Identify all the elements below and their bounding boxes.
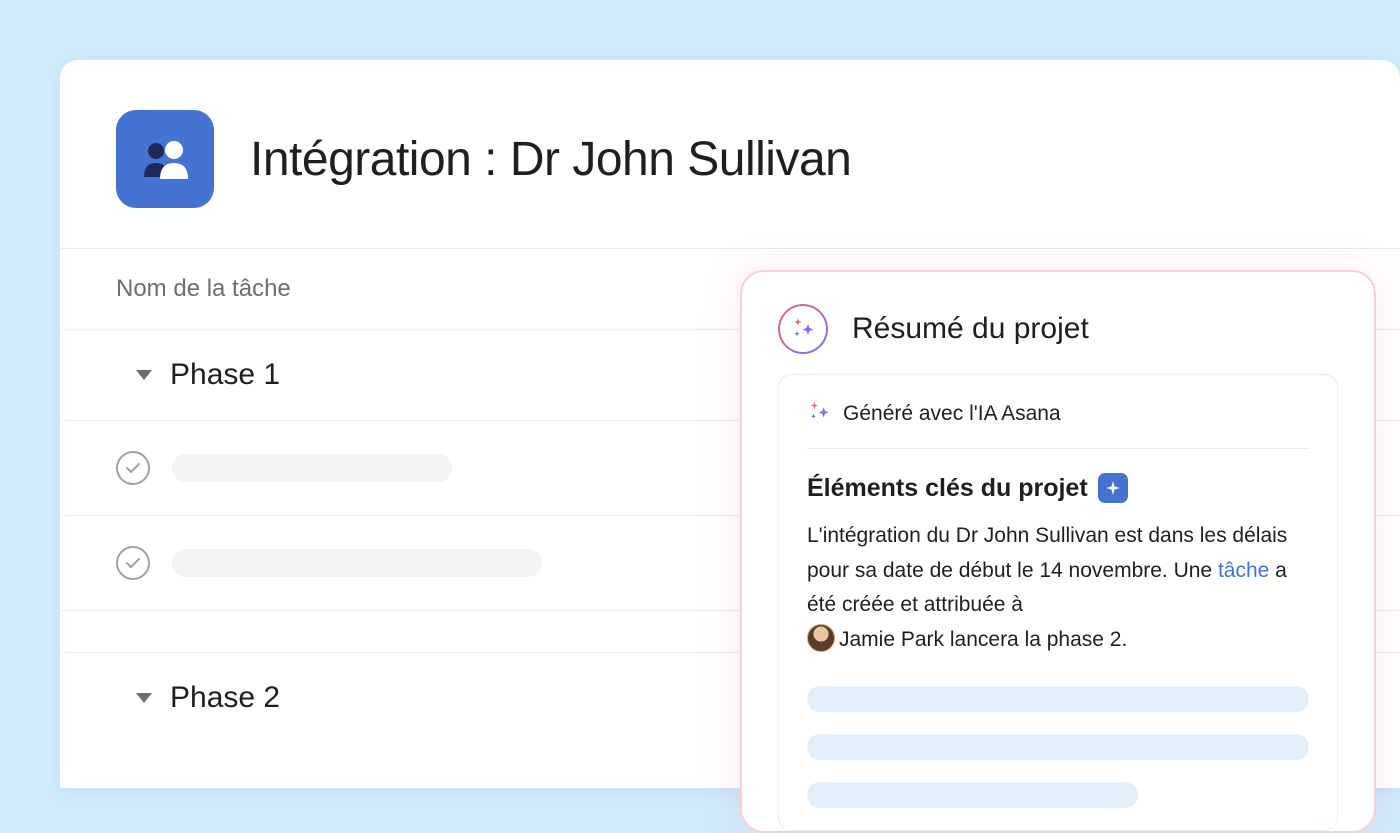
project-window: Intégration : Dr John Sullivan Nom de la… [60,60,1400,788]
section-title: Phase 2 [170,681,280,715]
avatar [807,624,835,652]
ai-sparkle-icon [778,304,828,354]
generated-by-label: Généré avec l'IA Asana [843,402,1061,426]
task-placeholder [172,454,452,482]
sparkle-badge-icon [1098,473,1128,503]
summary-title: Résumé du projet [852,312,1089,346]
summary-header: Résumé du projet [742,304,1374,374]
summary-placeholder-lines [807,686,1309,808]
complete-task-circle[interactable] [116,546,150,580]
task-name-column-label: Nom de la tâche [116,275,291,302]
generated-by-row: Généré avec l'IA Asana [807,399,1309,449]
summary-body: Généré avec l'IA Asana Éléments clés du … [778,374,1338,831]
ai-sparkle-icon [807,399,831,428]
project-summary-panel: Résumé du projet Généré avec l'IA Asana … [740,270,1376,833]
chevron-down-icon [136,693,152,703]
project-icon [116,110,214,208]
key-elements-heading: Éléments clés du projet [807,449,1309,519]
chevron-down-icon [136,370,152,380]
task-link[interactable]: tâche [1218,559,1269,582]
project-title: Intégration : Dr John Sullivan [250,132,851,187]
complete-task-circle[interactable] [116,451,150,485]
project-header: Intégration : Dr John Sullivan [60,60,1400,248]
summary-text: L'intégration du Dr John Sullivan est da… [807,519,1309,658]
section-title: Phase 1 [170,358,280,392]
task-placeholder [172,549,542,577]
key-elements-title: Éléments clés du projet [807,474,1088,503]
